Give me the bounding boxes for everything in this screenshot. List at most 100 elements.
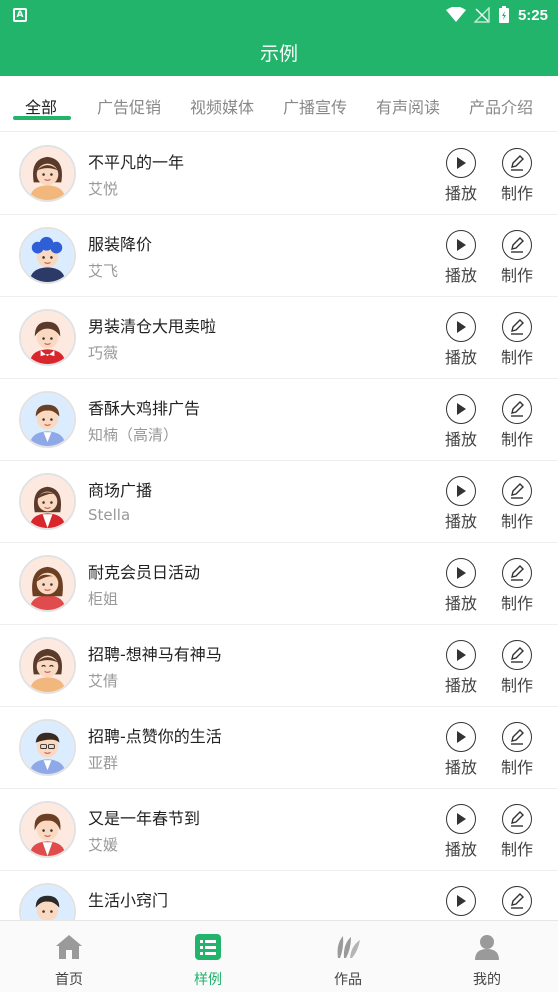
make-button[interactable]: 制作 <box>497 558 537 614</box>
list-item[interactable]: 招聘-想神马有神马 艾倩 播放 制作 <box>0 625 558 707</box>
item-voice: 艾倩 <box>88 672 119 690</box>
list-item[interactable]: 不平凡的一年 艾悦 播放 制作 <box>0 133 558 215</box>
list-item[interactable]: 生活小窍门 播放 制作 <box>0 871 558 920</box>
make-label: 制作 <box>500 512 533 531</box>
play-label: 播放 <box>444 184 477 203</box>
nav-works-label: 作品 <box>334 972 362 988</box>
item-title: 招聘-想神马有神马 <box>88 645 222 664</box>
no-signal-icon <box>473 7 490 23</box>
play-button[interactable]: 播放 <box>441 640 481 696</box>
item-title: 又是一年春节到 <box>88 809 201 828</box>
wifi-icon <box>445 7 466 22</box>
make-label: 制作 <box>500 184 533 203</box>
tab-broadcast[interactable]: 广播宣传 <box>283 94 347 118</box>
edit-icon <box>511 237 524 253</box>
nav-works[interactable]: 作品 <box>308 933 388 989</box>
play-button[interactable]: 播放 <box>441 886 481 920</box>
play-icon <box>457 239 466 251</box>
make-label: 制作 <box>500 758 533 777</box>
avatar <box>19 555 76 612</box>
play-button[interactable]: 播放 <box>441 230 481 286</box>
system-icons: 5:25 <box>445 5 548 25</box>
play-icon <box>457 567 466 579</box>
make-label: 制作 <box>500 594 533 613</box>
make-button[interactable]: 制作 <box>497 476 537 532</box>
play-icon <box>457 813 466 825</box>
tab-all[interactable]: 全部 <box>25 94 57 118</box>
avatar <box>19 309 76 366</box>
item-voice: Stella <box>88 506 131 524</box>
make-button[interactable]: 制作 <box>497 804 537 860</box>
make-button[interactable]: 制作 <box>497 886 537 920</box>
list-item[interactable]: 男装清仓大甩卖啦 巧薇 播放 制作 <box>0 297 558 379</box>
edit-icon <box>511 565 524 581</box>
item-voice: 巧薇 <box>88 344 119 362</box>
make-button[interactable]: 制作 <box>497 722 537 778</box>
item-voice: 艾飞 <box>88 262 119 280</box>
tab-product-intro[interactable]: 产品介绍 <box>469 94 533 118</box>
list-item[interactable]: 招聘-点赞你的生活 亚群 播放 制作 <box>0 707 558 789</box>
avatar <box>19 145 76 202</box>
play-button[interactable]: 播放 <box>441 148 481 204</box>
list-item[interactable]: 服装降价 艾飞 播放 制作 <box>0 215 558 297</box>
play-label: 播放 <box>444 512 477 531</box>
play-label: 播放 <box>444 594 477 613</box>
play-icon <box>457 649 466 661</box>
item-voice: 柜姐 <box>88 590 119 608</box>
play-icon <box>457 157 466 169</box>
item-title: 不平凡的一年 <box>88 153 185 172</box>
nav-samples-label: 样例 <box>194 972 222 988</box>
play-button[interactable]: 播放 <box>441 558 481 614</box>
item-title: 服装降价 <box>88 235 153 254</box>
make-button[interactable]: 制作 <box>497 230 537 286</box>
page-title: 示例 <box>0 30 558 76</box>
nav-home-label: 首页 <box>55 972 83 988</box>
item-voice: 艾悦 <box>88 180 119 198</box>
avatar <box>19 883 76 920</box>
play-button[interactable]: 播放 <box>441 722 481 778</box>
make-button[interactable]: 制作 <box>497 640 537 696</box>
play-button[interactable]: 播放 <box>441 804 481 860</box>
play-button[interactable]: 播放 <box>441 312 481 368</box>
play-button[interactable]: 播放 <box>441 476 481 532</box>
play-icon <box>457 485 466 497</box>
tab-audiobook[interactable]: 有声阅读 <box>376 94 440 118</box>
make-button[interactable]: 制作 <box>497 312 537 368</box>
category-tabs: 全部 广告促销 视频媒体 广播宣传 有声阅读 产品介绍 <box>0 76 558 132</box>
item-title: 男装清仓大甩卖啦 <box>88 317 217 336</box>
avatar <box>19 719 76 776</box>
bottom-nav: 首页 样例 作品 我的 <box>0 920 558 992</box>
edit-icon <box>511 483 524 499</box>
make-button[interactable]: 制作 <box>497 148 537 204</box>
edit-icon <box>511 729 524 745</box>
play-label: 播放 <box>444 266 477 285</box>
item-title: 香酥大鸡排广告 <box>88 399 201 418</box>
item-voice: 艾媛 <box>88 836 119 854</box>
item-voice: 知楠（高清） <box>88 426 179 444</box>
works-icon <box>337 936 360 958</box>
play-label: 播放 <box>444 758 477 777</box>
nav-samples[interactable]: 样例 <box>168 933 248 989</box>
list-item[interactable]: 又是一年春节到 艾媛 播放 制作 <box>0 789 558 871</box>
nav-home[interactable]: 首页 <box>29 933 109 989</box>
tab-video-media[interactable]: 视频媒体 <box>190 94 254 118</box>
status-bar: A 5:25 <box>0 0 558 30</box>
avatar <box>19 473 76 530</box>
list-icon <box>195 934 221 960</box>
make-button[interactable]: 制作 <box>497 394 537 450</box>
list-item[interactable]: 香酥大鸡排广告 知楠（高清） 播放 制作 <box>0 379 558 461</box>
play-icon <box>457 321 466 333</box>
nav-mine-label: 我的 <box>473 972 501 988</box>
avatar <box>19 637 76 694</box>
nav-mine[interactable]: 我的 <box>447 933 527 989</box>
list-item[interactable]: 耐克会员日活动 柜姐 播放 制作 <box>0 543 558 625</box>
play-label: 播放 <box>444 840 477 859</box>
list-item[interactable]: 商场广播 Stella 播放 制作 <box>0 461 558 543</box>
play-icon <box>457 895 466 907</box>
play-icon <box>457 403 466 415</box>
make-label: 制作 <box>500 348 533 367</box>
play-button[interactable]: 播放 <box>441 394 481 450</box>
tab-ad-promotion[interactable]: 广告促销 <box>97 94 161 118</box>
item-title: 商场广播 <box>88 481 153 500</box>
item-title: 耐克会员日活动 <box>88 563 201 582</box>
